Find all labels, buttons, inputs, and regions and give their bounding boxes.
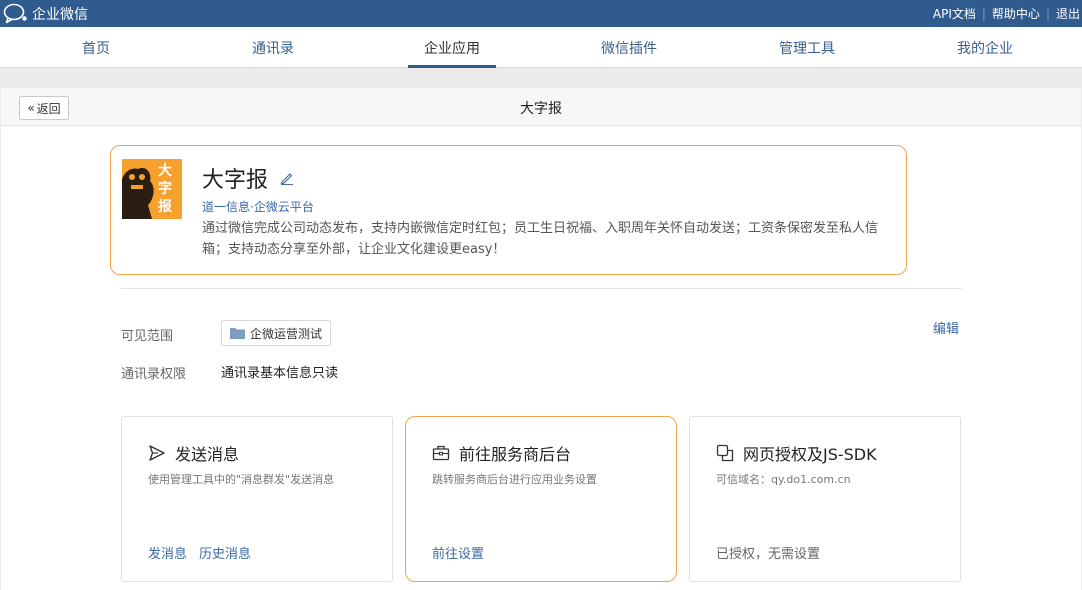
brand-name: 企业微信 bbox=[32, 6, 88, 23]
app-mascot-icon: 大 字 报 bbox=[122, 159, 182, 219]
help-center-link[interactable]: 帮助中心 bbox=[992, 5, 1040, 22]
send-message-link[interactable]: 发消息 bbox=[148, 543, 187, 562]
card-description: 使用管理工具中的"消息群发"发送消息 bbox=[148, 473, 335, 486]
visible-scope-label: 可见范围 bbox=[121, 329, 174, 344]
svg-text:报: 报 bbox=[158, 199, 172, 215]
app-info-card: 大 字 报 大字报 道一信息·企微云平台 通过微信完成公司动态发布，支持内嵌微信… bbox=[110, 145, 907, 275]
svg-text:大: 大 bbox=[158, 162, 172, 179]
briefcase-icon bbox=[432, 445, 450, 461]
brand-logo[interactable]: 企业微信 bbox=[3, 3, 88, 24]
page-title: 大字报 bbox=[520, 101, 562, 117]
card-title-text: 发送消息 bbox=[175, 445, 240, 464]
top-links: API文档 | 帮助中心 | 退出 bbox=[933, 5, 1080, 22]
card-actions: 前往设置 bbox=[432, 543, 496, 562]
nav-admin-tools[interactable]: 管理工具 bbox=[767, 27, 847, 68]
svg-text:字: 字 bbox=[158, 180, 172, 197]
card-actions: 发消息 历史消息 bbox=[148, 543, 263, 562]
web-auth-jssdk-card: 网页授权及JS-SDK 可信域名：qy.do1.com.cn 已授权，无需设置 bbox=[689, 416, 961, 582]
folder-icon bbox=[230, 328, 245, 339]
separator: | bbox=[1045, 6, 1050, 21]
card-title: 发送消息 bbox=[148, 441, 239, 465]
visible-scope-value: 企微运营测试 bbox=[250, 326, 323, 341]
nav-apps[interactable]: 企业应用 bbox=[408, 27, 496, 68]
nav-contacts[interactable]: 通讯录 bbox=[233, 27, 313, 68]
wecom-logo-icon bbox=[3, 3, 27, 24]
message-history-link[interactable]: 历史消息 bbox=[199, 543, 251, 562]
panel-header: « 返回 大字报 bbox=[1, 88, 1081, 126]
top-bar: 企业微信 API文档 | 帮助中心 | 退出 bbox=[0, 0, 1082, 27]
go-settings-link[interactable]: 前往设置 bbox=[432, 543, 484, 562]
nav-home[interactable]: 首页 bbox=[56, 27, 136, 68]
app-description: 通过微信完成公司动态发布，支持内嵌微信定时红包；员工生日祝福、入职周年关怀自动发… bbox=[202, 221, 879, 257]
separator: | bbox=[981, 6, 986, 21]
card-description: 跳转服务商后台进行应用业务设置 bbox=[432, 473, 597, 486]
provider-backend-card: 前往服务商后台 跳转服务商后台进行应用业务设置 前往设置 bbox=[405, 416, 677, 582]
edit-scope-link[interactable]: 编辑 bbox=[933, 318, 959, 337]
app-icon: 大 字 报 bbox=[122, 159, 182, 219]
send-icon bbox=[149, 445, 165, 461]
card-title: 网页授权及JS-SDK bbox=[716, 441, 877, 465]
card-title: 前往服务商后台 bbox=[432, 441, 571, 465]
nav-wechat-plugin[interactable]: 微信插件 bbox=[589, 27, 669, 68]
card-title-text: 网页授权及JS-SDK bbox=[743, 445, 877, 464]
nav-my-company[interactable]: 我的企业 bbox=[945, 27, 1025, 68]
main-nav: 首页 通讯录 企业应用 微信插件 管理工具 我的企业 bbox=[0, 27, 1082, 68]
visible-scope-tag[interactable]: 企微运营测试 bbox=[221, 320, 332, 346]
api-docs-link[interactable]: API文档 bbox=[933, 5, 976, 22]
card-title-text: 前往服务商后台 bbox=[459, 445, 572, 464]
app-name: 大字报 bbox=[202, 168, 269, 193]
copy-windows-icon bbox=[716, 444, 734, 462]
contacts-permission-value: 通讯录基本信息只读 bbox=[221, 366, 339, 381]
send-message-card: 发送消息 使用管理工具中的"消息群发"发送消息 发消息 历史消息 bbox=[121, 416, 393, 582]
edit-pencil-icon[interactable] bbox=[280, 171, 294, 185]
contacts-permission-label: 通讯录权限 bbox=[121, 367, 187, 382]
divider bbox=[121, 288, 962, 289]
app-vendor-link[interactable]: 道一信息·企微云平台 bbox=[202, 198, 314, 215]
app-detail-panel: « 返回 大字报 大 字 报 大字报 道一信息·企微云平台 通过微信完成公司动态… bbox=[1, 88, 1081, 590]
logout-link[interactable]: 退出 bbox=[1056, 5, 1080, 22]
app-title: 大字报 bbox=[202, 162, 294, 194]
auth-status-text: 已授权，无需设置 bbox=[716, 547, 821, 562]
card-actions: 已授权，无需设置 bbox=[716, 543, 820, 562]
card-description: 可信域名：qy.do1.com.cn bbox=[716, 473, 851, 486]
